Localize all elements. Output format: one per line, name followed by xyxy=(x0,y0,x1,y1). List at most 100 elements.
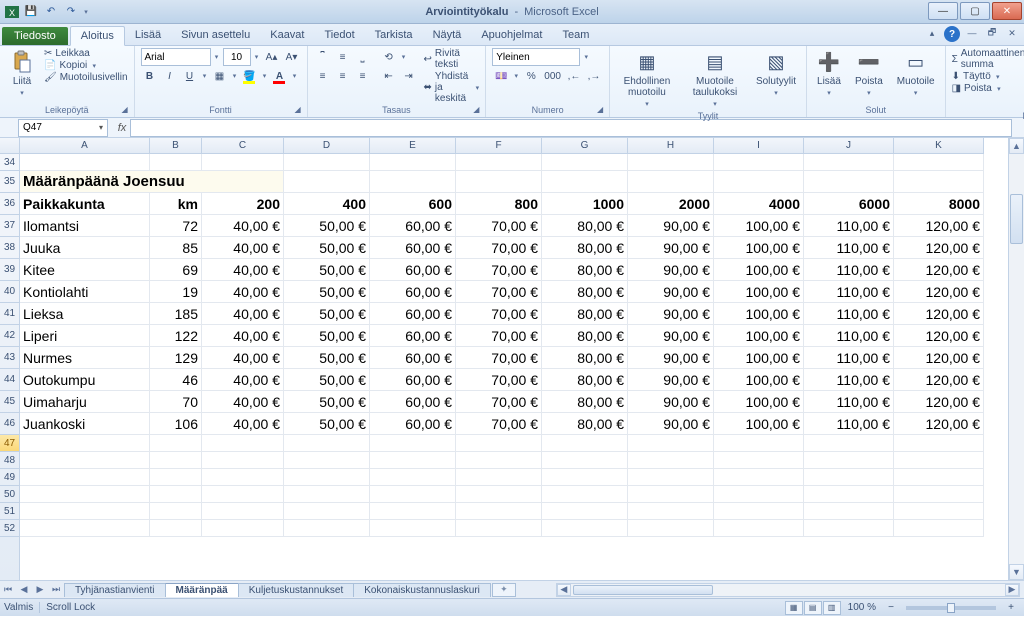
tab-tarkista[interactable]: Tarkista xyxy=(365,26,423,45)
cell-E43[interactable]: 60,00 € xyxy=(370,347,456,369)
fill-color-button[interactable]: 🪣 xyxy=(241,67,259,85)
cell-H35[interactable] xyxy=(628,171,714,193)
cell-A34[interactable] xyxy=(20,154,150,171)
tab-nav-first[interactable]: ⏮ xyxy=(0,582,16,598)
fx-button[interactable]: fx xyxy=(108,122,130,134)
cell-H38[interactable]: 90,00 € xyxy=(628,237,714,259)
shrink-font[interactable]: A▾ xyxy=(283,48,301,66)
cell-E39[interactable]: 60,00 € xyxy=(370,259,456,281)
new-sheet-button[interactable]: ✦ xyxy=(492,583,516,597)
cell-H37[interactable]: 90,00 € xyxy=(628,215,714,237)
indent-decrease[interactable]: ⇤ xyxy=(380,67,398,85)
row-header-49[interactable]: 49 xyxy=(0,469,19,486)
cell-C50[interactable] xyxy=(202,486,284,503)
sheet-tab-1[interactable]: Määränpää xyxy=(165,583,239,597)
cell-J47[interactable] xyxy=(804,435,894,452)
tab-nav-last[interactable]: ⏭ xyxy=(48,582,64,598)
cell-I37[interactable]: 100,00 € xyxy=(714,215,804,237)
cell-H41[interactable]: 90,00 € xyxy=(628,303,714,325)
cell-J51[interactable] xyxy=(804,503,894,520)
cell-C41[interactable]: 40,00 € xyxy=(202,303,284,325)
cell-A36[interactable]: Paikkakunta xyxy=(20,193,150,215)
qat-undo[interactable]: ↶ xyxy=(42,3,60,21)
cell-I43[interactable]: 100,00 € xyxy=(714,347,804,369)
col-header-H[interactable]: H xyxy=(628,138,714,153)
tab-sivun asettelu[interactable]: Sivun asettelu xyxy=(171,26,260,45)
cell-D43[interactable]: 50,00 € xyxy=(284,347,370,369)
cell-I47[interactable] xyxy=(714,435,804,452)
cell-D34[interactable] xyxy=(284,154,370,171)
row-header-34[interactable]: 34 xyxy=(0,154,19,171)
cell-A41[interactable]: Lieksa xyxy=(20,303,150,325)
cell-E48[interactable] xyxy=(370,452,456,469)
qat-redo[interactable]: ↷ xyxy=(62,3,80,21)
cell-J50[interactable] xyxy=(804,486,894,503)
cell-B50[interactable] xyxy=(150,486,202,503)
cell-A44[interactable]: Outokumpu xyxy=(20,369,150,391)
tab-nav-prev[interactable]: ◀ xyxy=(16,582,32,598)
ribbon-minimize[interactable]: ▴ xyxy=(924,26,940,40)
cell-G47[interactable] xyxy=(542,435,628,452)
cell-I50[interactable] xyxy=(714,486,804,503)
cell-D41[interactable]: 50,00 € xyxy=(284,303,370,325)
row-header-43[interactable]: 43 xyxy=(0,347,19,369)
cell-E41[interactable]: 60,00 € xyxy=(370,303,456,325)
font-launcher[interactable]: ◢ xyxy=(295,105,305,115)
cell-J38[interactable]: 110,00 € xyxy=(804,237,894,259)
scroll-down[interactable]: ▼ xyxy=(1009,564,1024,580)
cell-G34[interactable] xyxy=(542,154,628,171)
cell-F42[interactable]: 70,00 € xyxy=(456,325,542,347)
cell-G45[interactable]: 80,00 € xyxy=(542,391,628,413)
accounting-format[interactable]: 💷 xyxy=(492,67,510,85)
cell-G44[interactable]: 80,00 € xyxy=(542,369,628,391)
cell-F43[interactable]: 70,00 € xyxy=(456,347,542,369)
cell-E36[interactable]: 600 xyxy=(370,193,456,215)
sheet-tab-2[interactable]: Kuljetuskustannukset xyxy=(238,583,355,597)
cell-B36[interactable]: km xyxy=(150,193,202,215)
cell-A45[interactable]: Uimaharju xyxy=(20,391,150,413)
cell-A38[interactable]: Juuka xyxy=(20,237,150,259)
cell-C44[interactable]: 40,00 € xyxy=(202,369,284,391)
qat-customize[interactable]: ▾ xyxy=(82,3,90,21)
cell-C52[interactable] xyxy=(202,520,284,537)
cell-B48[interactable] xyxy=(150,452,202,469)
scroll-up[interactable]: ▲ xyxy=(1009,138,1024,154)
cell-B42[interactable]: 122 xyxy=(150,325,202,347)
cell-B43[interactable]: 129 xyxy=(150,347,202,369)
cell-J42[interactable]: 110,00 € xyxy=(804,325,894,347)
cut-button[interactable]: ✂Leikkaa xyxy=(44,48,128,59)
cell-G49[interactable] xyxy=(542,469,628,486)
cell-I34[interactable] xyxy=(714,154,804,171)
cell-H36[interactable]: 2000 xyxy=(628,193,714,215)
cell-G38[interactable]: 80,00 € xyxy=(542,237,628,259)
cell-B41[interactable]: 185 xyxy=(150,303,202,325)
cell-E46[interactable]: 60,00 € xyxy=(370,413,456,435)
cell-B44[interactable]: 46 xyxy=(150,369,202,391)
cell-I52[interactable] xyxy=(714,520,804,537)
cell-B34[interactable] xyxy=(150,154,202,171)
conditional-formatting[interactable]: ▦Ehdollinen muotoilu▾ xyxy=(616,48,678,110)
select-all-button[interactable] xyxy=(0,138,20,154)
cell-B38[interactable]: 85 xyxy=(150,237,202,259)
cell-B52[interactable] xyxy=(150,520,202,537)
cell-J46[interactable]: 110,00 € xyxy=(804,413,894,435)
cell-G43[interactable]: 80,00 € xyxy=(542,347,628,369)
cell-D50[interactable] xyxy=(284,486,370,503)
row-header-40[interactable]: 40 xyxy=(0,281,19,303)
col-header-G[interactable]: G xyxy=(542,138,628,153)
cell-H44[interactable]: 90,00 € xyxy=(628,369,714,391)
name-box[interactable]: Q47▾ xyxy=(18,119,108,137)
cell-K42[interactable]: 120,00 € xyxy=(894,325,984,347)
align-right[interactable]: ≡ xyxy=(354,67,372,85)
cell-G50[interactable] xyxy=(542,486,628,503)
cell-A37[interactable]: Ilomantsi xyxy=(20,215,150,237)
decrease-decimal[interactable]: ,→ xyxy=(585,67,603,85)
cell-H47[interactable] xyxy=(628,435,714,452)
cell-K52[interactable] xyxy=(894,520,984,537)
cell-G41[interactable]: 80,00 € xyxy=(542,303,628,325)
cell-F51[interactable] xyxy=(456,503,542,520)
cell-K39[interactable]: 120,00 € xyxy=(894,259,984,281)
align-center[interactable]: ≡ xyxy=(334,67,352,85)
cell-I48[interactable] xyxy=(714,452,804,469)
row-header-51[interactable]: 51 xyxy=(0,503,19,520)
